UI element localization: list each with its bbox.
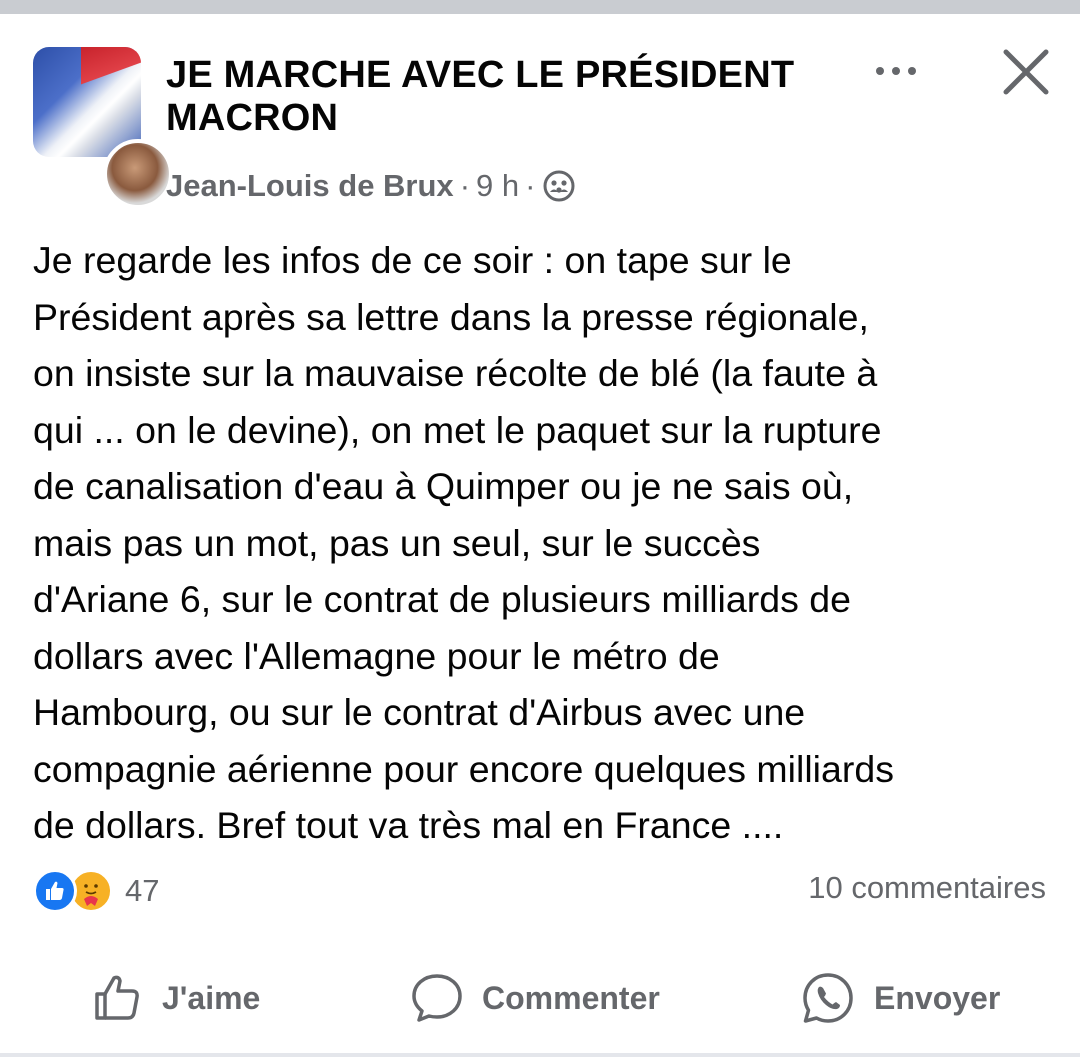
- meta-separator: ·: [525, 168, 536, 203]
- more-options-button[interactable]: [866, 56, 926, 86]
- top-separator-bar: [0, 0, 1080, 14]
- post-text-line: Hambourg, ou sur le contrat d'Airbus ave…: [33, 691, 806, 733]
- comments-count[interactable]: 10 commentaires: [808, 870, 1046, 906]
- send-button[interactable]: Envoyer: [800, 960, 1000, 1036]
- flag-graphic: [81, 47, 141, 87]
- post-text-line: de canalisation d'eau à Quimper ou je ne…: [33, 465, 854, 507]
- post-text-line: qui ... on le devine), on met le paquet …: [33, 408, 882, 451]
- post-text-line: Président après sa lettre dans la presse…: [33, 295, 869, 338]
- post-meta: Jean-Louis de Brux · 9 h ·: [166, 166, 575, 206]
- thumbs-up-icon: [95, 975, 139, 1020]
- more-dot: [908, 67, 916, 75]
- post-text-line: de dollars. Bref tout va très mal en Fra…: [33, 804, 784, 846]
- like-button[interactable]: J'aime: [92, 960, 260, 1036]
- reaction-count: 47: [125, 873, 160, 908]
- action-bar: J'aime Commenter Envoyer: [0, 960, 1080, 1036]
- group-members-icon[interactable]: [543, 170, 575, 202]
- whatsapp-icon: [803, 973, 853, 1023]
- post-text-line: dollars avec l'Allemagne pour le métro d…: [33, 634, 720, 677]
- avatar-group[interactable]: [33, 47, 173, 209]
- post-time[interactable]: 9 h: [476, 168, 519, 204]
- like-reaction-icon: [33, 869, 77, 913]
- reactions-summary[interactable]: 47: [33, 867, 159, 915]
- meta-separator: ·: [459, 168, 471, 203]
- comment-bubble-icon: [412, 974, 462, 1022]
- close-button[interactable]: [996, 42, 1056, 102]
- bottom-divider: [0, 1053, 1080, 1057]
- comment-label: Commenter: [482, 979, 660, 1016]
- post-text-line: on insiste sur la mauvaise récolte de bl…: [33, 352, 878, 394]
- send-label: Envoyer: [874, 979, 1001, 1016]
- more-dot: [876, 67, 884, 75]
- comment-button[interactable]: Commenter: [410, 960, 660, 1036]
- post-text-line: compagnie aérienne pour encore quelques …: [33, 747, 894, 790]
- post-text-line: mais pas un mot, pas un seul, sur le suc…: [33, 521, 761, 564]
- post-text-line: Je regarde les infos de ce soir : on tap…: [33, 239, 792, 281]
- more-dot: [892, 67, 900, 75]
- author-name[interactable]: Jean-Louis de Brux: [166, 168, 454, 204]
- post-body: Je regarde les infos de ce soir : on tap…: [33, 232, 1053, 854]
- group-title[interactable]: JE MARCHE AVEC LE PRÉSIDENT MACRON: [166, 54, 856, 140]
- author-avatar[interactable]: [103, 139, 173, 209]
- post-text-line: d'Ariane 6, sur le contrat de plusieurs …: [33, 578, 851, 620]
- like-label: J'aime: [162, 979, 261, 1016]
- close-icon: [1003, 49, 1049, 95]
